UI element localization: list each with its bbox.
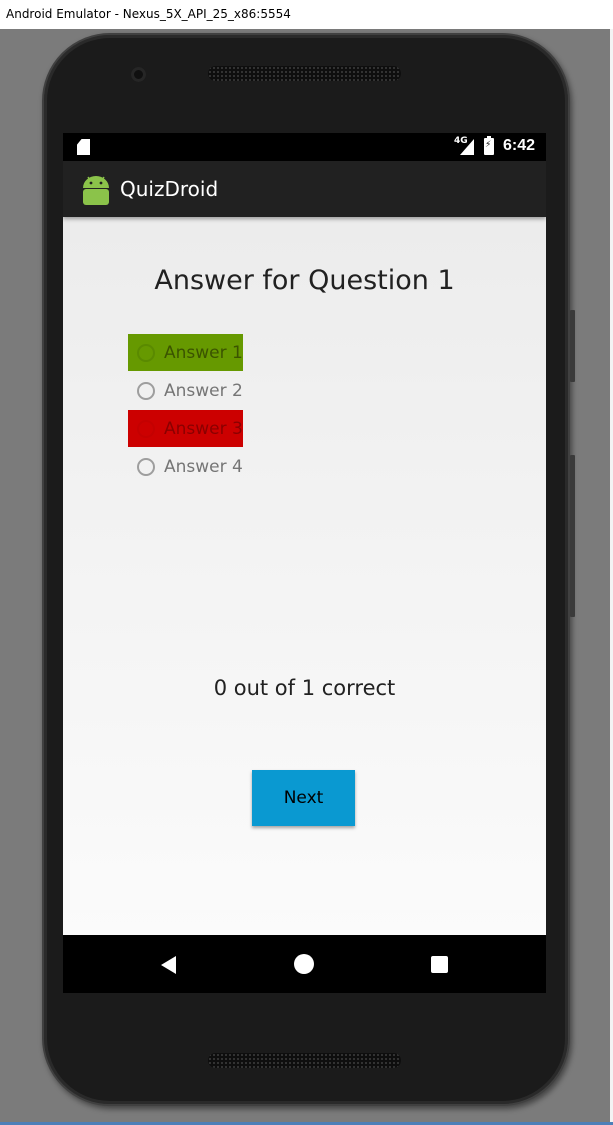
answer-option-1[interactable]: Answer 1 xyxy=(128,334,243,371)
back-icon[interactable] xyxy=(161,956,176,974)
answer-option-4[interactable]: Answer 4 xyxy=(128,448,243,485)
app-bar: QuizDroid xyxy=(63,161,546,217)
radio-button-icon[interactable] xyxy=(137,457,155,476)
home-icon[interactable] xyxy=(294,954,314,974)
volume-button[interactable] xyxy=(570,455,575,617)
answer-label: Answer 1 xyxy=(164,342,243,363)
radio-button-icon[interactable] xyxy=(137,381,155,400)
power-button[interactable] xyxy=(570,310,575,382)
answer-label: Answer 4 xyxy=(164,456,243,477)
network-type-label: 4G xyxy=(454,136,468,146)
answer-label: Answer 3 xyxy=(164,418,243,439)
answer-label: Answer 2 xyxy=(164,380,243,401)
radio-button-icon[interactable] xyxy=(137,419,155,438)
next-button[interactable]: Next xyxy=(252,770,355,826)
bottom-speaker xyxy=(208,1053,401,1068)
front-camera xyxy=(131,67,146,82)
quiz-content: Answer for Question 1 Answer 1 Answer 2 … xyxy=(63,217,546,935)
top-speaker xyxy=(208,66,401,81)
status-bar: 4G 6:42 xyxy=(63,133,546,161)
answer-option-3[interactable]: Answer 3 xyxy=(128,410,243,447)
emulator-title-bar: Android Emulator - Nexus_5X_API_25_x86:5… xyxy=(0,0,613,29)
android-icon xyxy=(83,176,109,205)
device-screen: 4G 6:42 QuizDroid Answer for Question 1 … xyxy=(63,133,546,993)
score-text: 0 out of 1 correct xyxy=(213,676,396,700)
app-title: QuizDroid xyxy=(120,177,219,201)
sd-card-icon xyxy=(77,139,90,155)
recents-icon[interactable] xyxy=(431,956,448,973)
radio-button-icon[interactable] xyxy=(137,343,155,362)
answer-radio-group: Answer 1 Answer 2 Answer 3 Answer 4 xyxy=(128,334,243,486)
battery-icon xyxy=(484,136,494,155)
status-time: 6:42 xyxy=(503,137,536,154)
question-title: Answer for Question 1 xyxy=(154,265,455,296)
navigation-bar xyxy=(63,935,546,993)
answer-option-2[interactable]: Answer 2 xyxy=(128,372,243,409)
